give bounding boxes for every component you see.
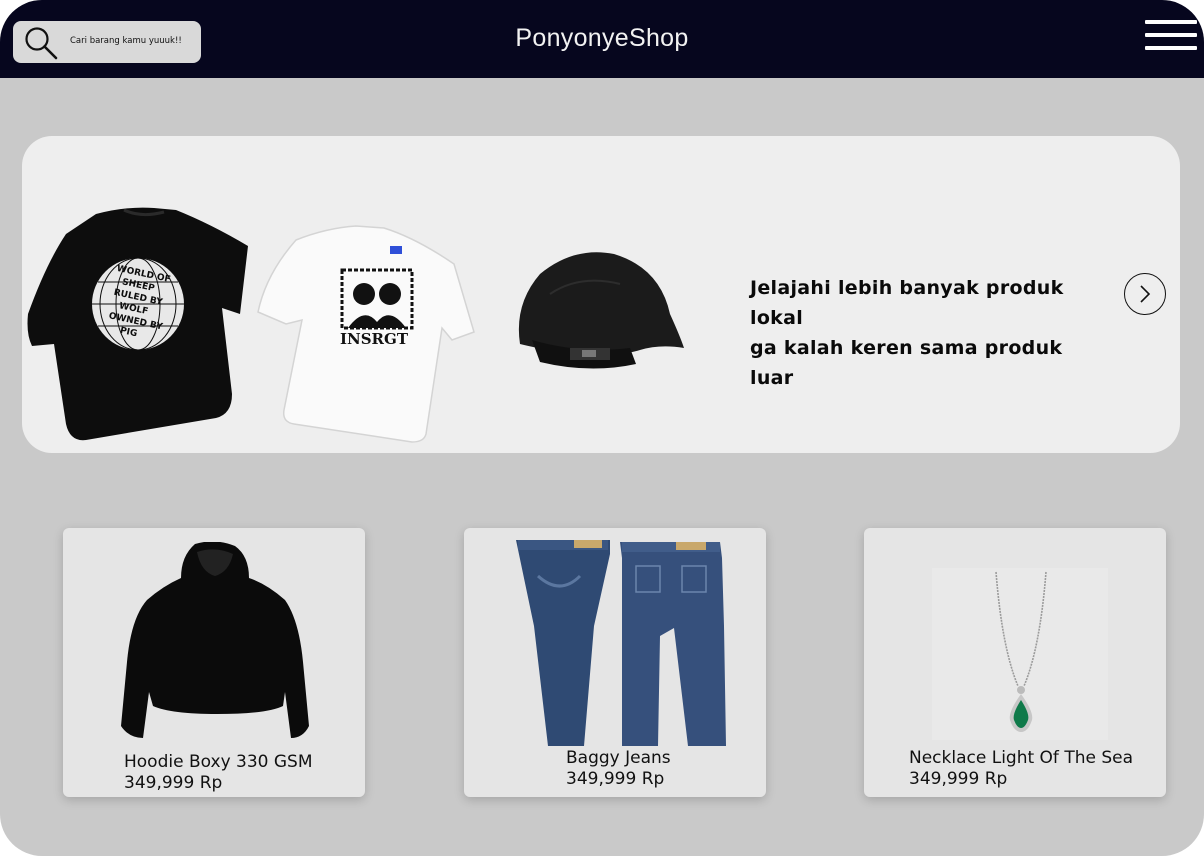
hero-tagline: Jelajahi lebih banyak produk lokal ga ka… bbox=[750, 273, 1100, 393]
hamburger-menu-icon[interactable] bbox=[1145, 20, 1197, 52]
top-header: Cari barang kamu yuuuk!! PonyonyeShop bbox=[0, 0, 1204, 78]
product-price: 349,999 Rp bbox=[909, 769, 1008, 789]
app-window: Cari barang kamu yuuuk!! PonyonyeShop WO… bbox=[0, 0, 1204, 856]
necklace-image bbox=[932, 568, 1108, 740]
chevron-right-icon bbox=[1140, 285, 1151, 303]
jeans-image bbox=[516, 540, 726, 746]
product-name: Baggy Jeans bbox=[566, 748, 671, 768]
brand-title: PonyonyeShop bbox=[515, 24, 689, 52]
hero-tagline-line-2: ga kalah keren sama produk luar bbox=[750, 337, 1063, 389]
hero-tagline-line-1: Jelajahi lebih banyak produk lokal bbox=[750, 277, 1064, 329]
product-card-hoodie[interactable]: Hoodie Boxy 330 GSM 349,999 Rp bbox=[63, 528, 365, 797]
hero-banner: WORLD OF SHEEP RULED BY WOLF OWNED BY PI… bbox=[22, 136, 1180, 453]
product-price: 349,999 Rp bbox=[124, 773, 223, 793]
product-card-jeans[interactable]: Baggy Jeans 349,999 Rp bbox=[464, 528, 766, 797]
product-name: Hoodie Boxy 330 GSM bbox=[124, 752, 313, 772]
hoodie-image bbox=[121, 542, 309, 738]
product-card-necklace[interactable]: Necklace Light Of The Sea 349,999 Rp bbox=[864, 528, 1166, 797]
black-tshirt-image[interactable]: WORLD OF SHEEP RULED BY WOLF OWNED BY PI… bbox=[26, 204, 254, 442]
hero-next-button[interactable] bbox=[1124, 273, 1166, 315]
product-price: 349,999 Rp bbox=[566, 769, 665, 789]
product-name: Necklace Light Of The Sea bbox=[909, 748, 1134, 768]
insrgt-text: INSRGT bbox=[340, 330, 409, 348]
globe-print: WORLD OF SHEEP RULED BY WOLF OWNED BY PI… bbox=[92, 257, 184, 351]
black-cap-image[interactable] bbox=[510, 244, 688, 376]
white-tshirt-image[interactable]: INSRGT bbox=[256, 224, 476, 446]
